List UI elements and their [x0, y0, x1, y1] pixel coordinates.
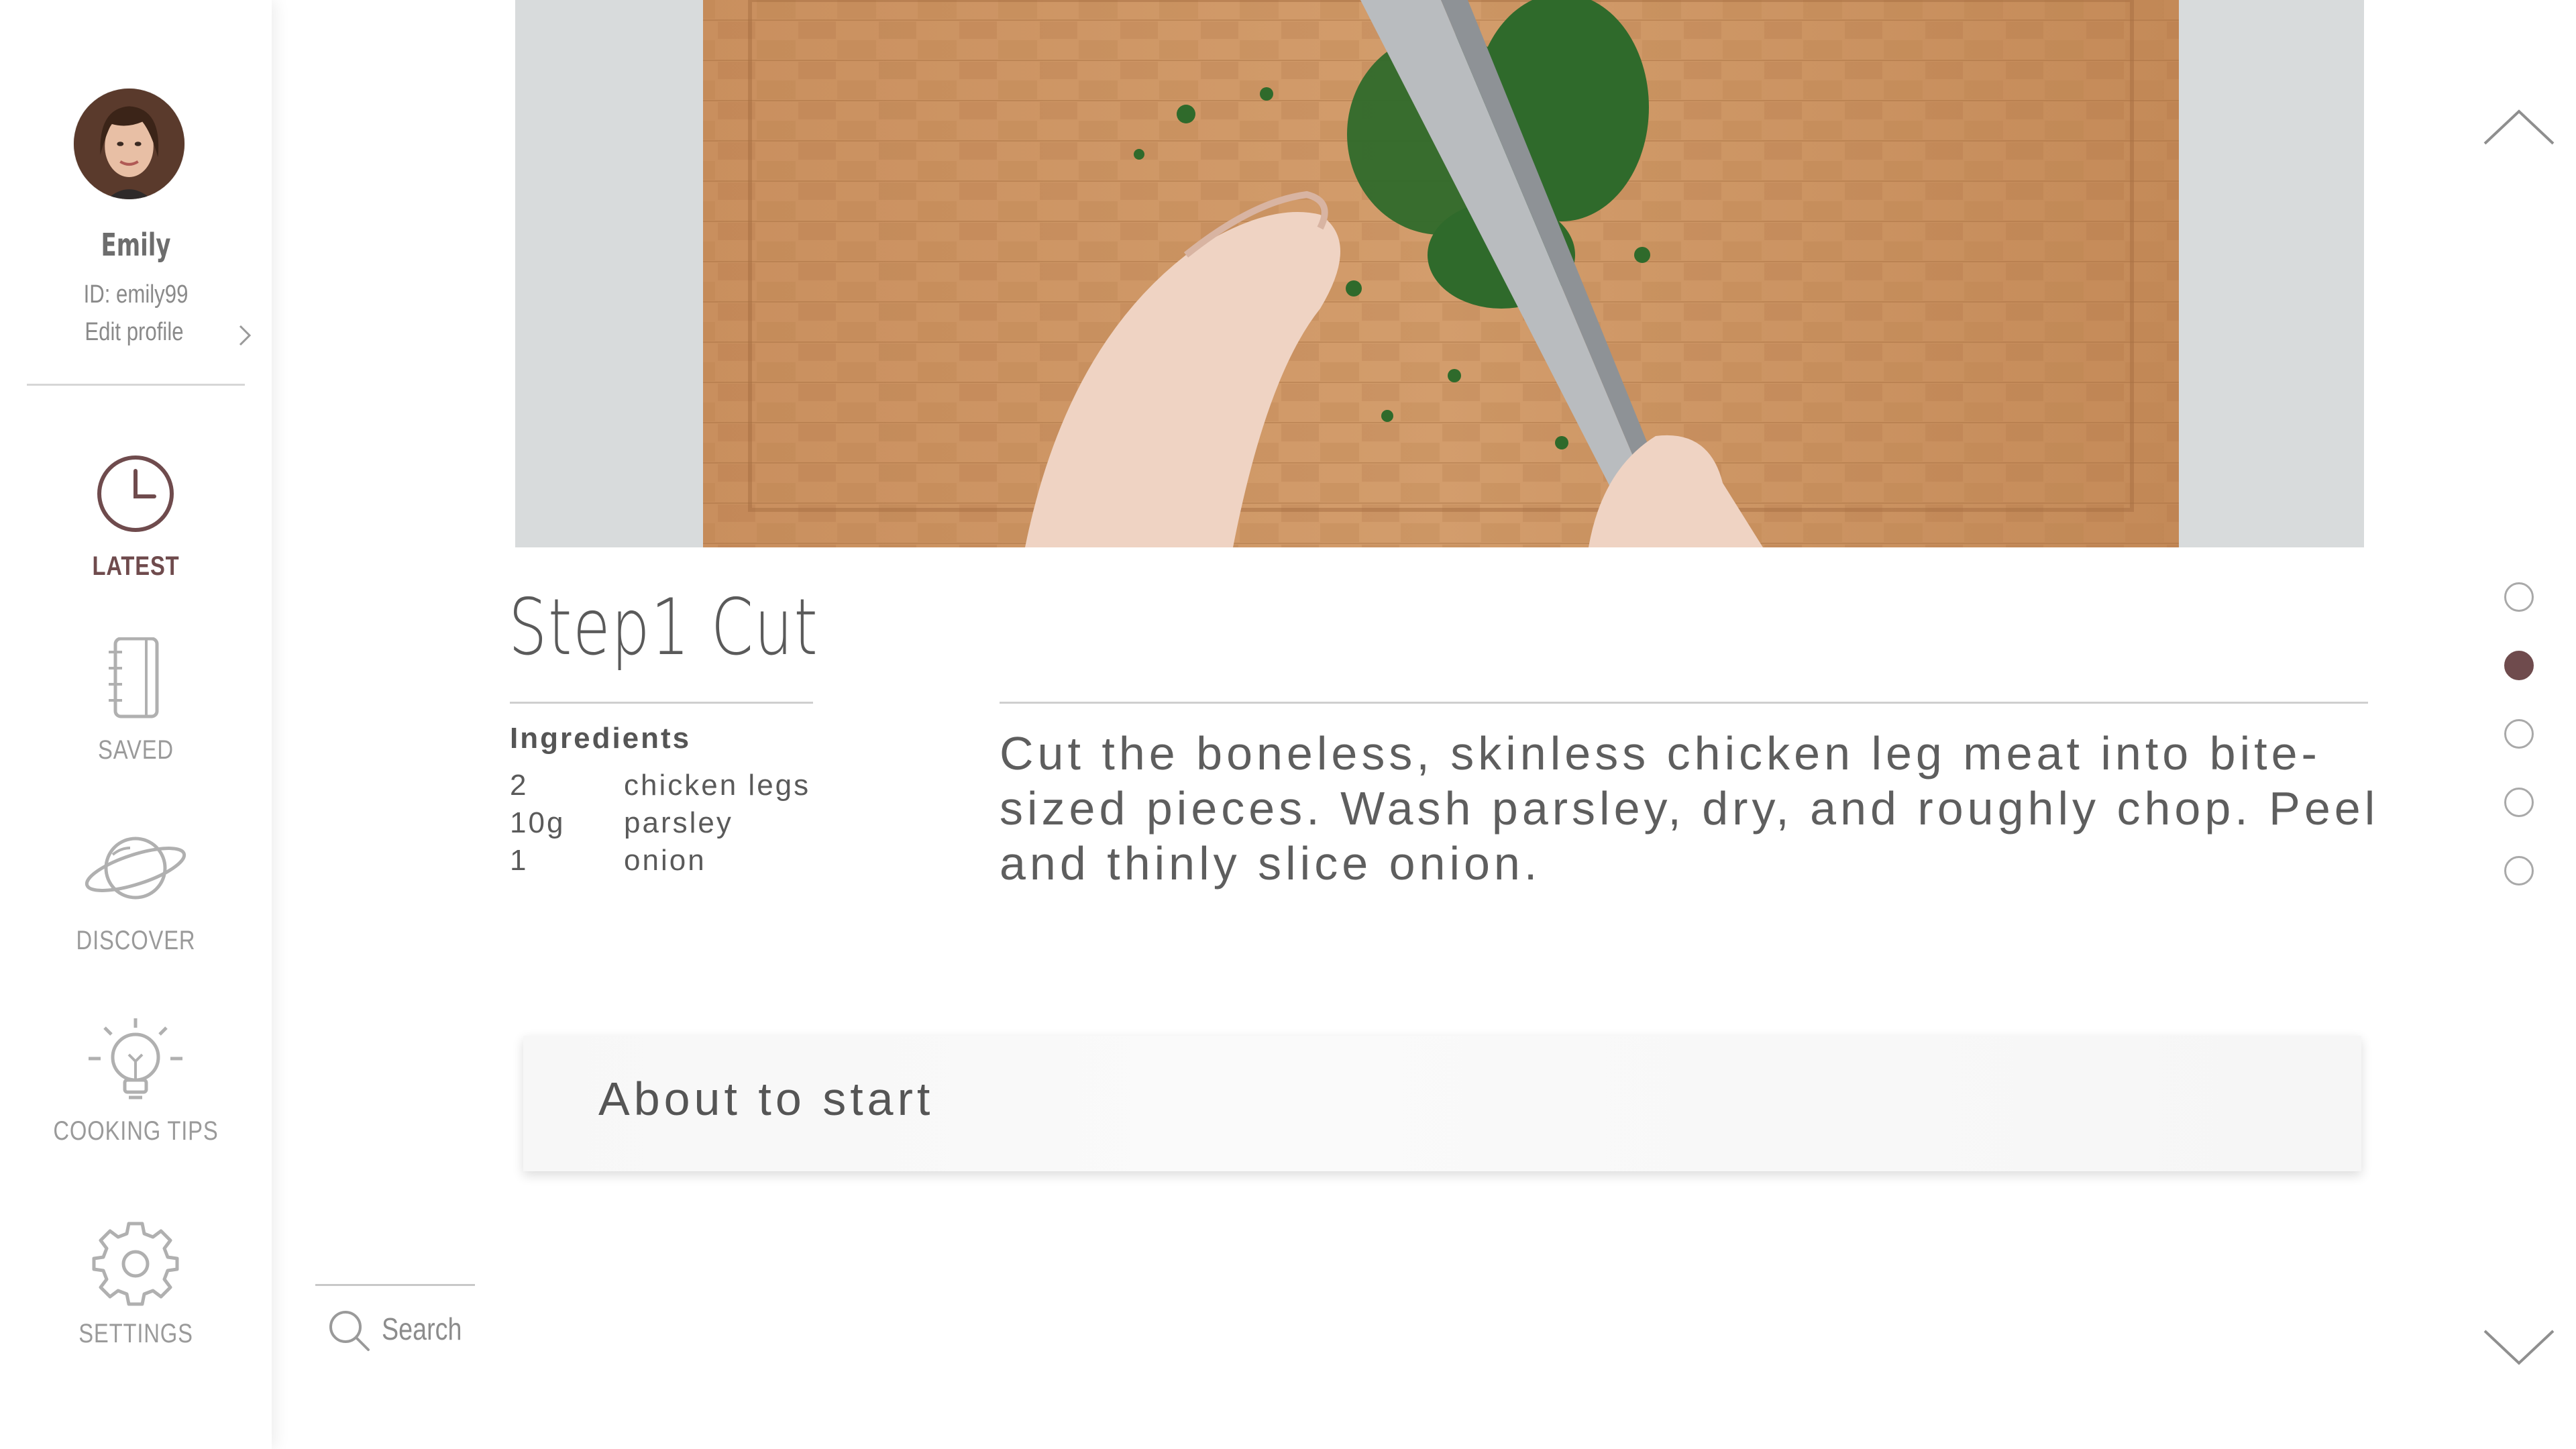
search-underline	[315, 1284, 475, 1286]
step-title: Step1 Cut	[508, 582, 819, 673]
search-input[interactable]: Search	[325, 1301, 486, 1355]
pager-dot-2[interactable]	[2504, 651, 2534, 680]
ingredient-row: 10g parsley	[510, 806, 818, 844]
scroll-down-arrow[interactable]	[2482, 1322, 2556, 1368]
user-id: ID: emily99	[83, 280, 189, 309]
nav-item-latest[interactable]: LATEST	[0, 453, 272, 608]
status-banner[interactable]: About to start	[523, 1036, 2361, 1171]
nav-item-saved[interactable]: SAVED	[0, 637, 272, 792]
ingredient-name: onion	[624, 844, 706, 877]
pager-dot-1[interactable]	[2504, 582, 2534, 612]
nav-label-latest: LATEST	[92, 551, 180, 581]
planet-icon	[82, 828, 189, 922]
ingredient-name: chicken legs	[624, 769, 811, 802]
nav-label-saved: SAVED	[98, 735, 174, 765]
ingredients-heading: Ingredients	[510, 722, 692, 755]
nav-item-settings[interactable]: SETTINGS	[0, 1221, 272, 1375]
gear-icon	[82, 1221, 189, 1315]
search-placeholder: Search	[382, 1311, 462, 1346]
avatar-photo	[74, 89, 184, 199]
ingredient-row: 2 chicken legs	[510, 769, 818, 806]
ingredient-row: 1 onion	[510, 844, 818, 881]
search-icon	[329, 1311, 370, 1351]
step-instructions: Cut the boneless, skinless chicken leg m…	[1000, 727, 2379, 890]
edit-profile-label: Edit profile	[85, 318, 184, 346]
chevron-down-icon	[2483, 1330, 2555, 1365]
chevron-right-icon	[239, 325, 252, 346]
nav-label-settings: SETTINGS	[78, 1319, 193, 1348]
edit-profile-link[interactable]: Edit profile	[40, 315, 255, 353]
instructions-divider	[1000, 702, 2368, 704]
lightbulb-icon	[82, 1018, 189, 1112]
ingredient-name: parsley	[624, 806, 733, 839]
nav-item-discover[interactable]: DISCOVER	[0, 828, 272, 982]
scroll-up-arrow[interactable]	[2482, 106, 2556, 153]
title-divider	[510, 702, 813, 704]
ingredient-qty: 10g	[510, 806, 566, 839]
avatar[interactable]	[74, 89, 184, 199]
recipe-step-image	[515, 0, 2364, 547]
status-text: About to start	[598, 1073, 934, 1125]
user-name: Emily	[101, 227, 171, 263]
clock-icon	[82, 453, 189, 547]
ingredient-qty: 1	[510, 844, 529, 877]
nav-label-cooking-tips: COOKING TIPS	[53, 1116, 219, 1146]
nav-item-cooking-tips[interactable]: COOKING TIPS	[0, 1018, 272, 1173]
notebook-icon	[82, 637, 189, 731]
sidebar-divider	[27, 384, 245, 386]
pager-dot-4[interactable]	[2504, 788, 2534, 817]
pager-dot-3[interactable]	[2504, 719, 2534, 749]
nav-label-discover: DISCOVER	[76, 926, 196, 955]
pager-dot-5[interactable]	[2504, 856, 2534, 885]
sidebar: Emily ID: emily99 Edit profile LATEST SA…	[0, 0, 272, 1449]
ingredient-qty: 2	[510, 769, 529, 802]
chevron-up-icon	[2483, 109, 2555, 145]
